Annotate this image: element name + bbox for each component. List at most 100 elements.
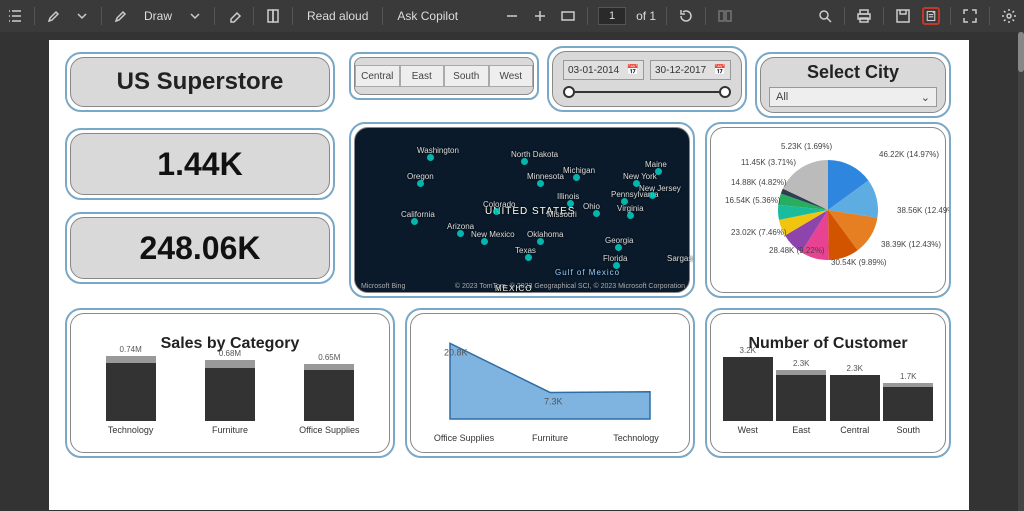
pie-label: 5.23K (1.69%) — [781, 142, 832, 151]
bar-value-label: 2.3K — [793, 359, 809, 368]
map-dot — [621, 198, 628, 205]
pie-label: 46.22K (14.97%) — [879, 150, 939, 159]
fit-icon[interactable] — [559, 7, 577, 25]
map-state-label: Missouri — [547, 210, 577, 219]
metric-card-1: 1.44K — [65, 128, 335, 200]
pie-label: 16.54K (5.36%) — [725, 196, 781, 205]
page-input[interactable]: 1 — [598, 7, 626, 25]
map-dot — [655, 168, 662, 175]
map-credit-left: Microsoft Bing — [361, 283, 405, 290]
region-slicer: Central East South West — [349, 52, 539, 100]
axis-category-label: Office Supplies — [424, 433, 504, 443]
map-dot — [573, 174, 580, 181]
calendar-icon: 📅 — [627, 65, 639, 76]
book-icon[interactable] — [264, 7, 282, 25]
dashboard-page: US Superstore Central East South West 03… — [49, 40, 969, 510]
viewport[interactable]: US Superstore Central East South West 03… — [0, 32, 1018, 511]
bar-value-label: 3.2K — [740, 346, 756, 355]
eraser-icon[interactable] — [225, 7, 243, 25]
pie-label: 14.88K (4.82%) — [731, 178, 787, 187]
highlighter-icon[interactable] — [45, 7, 63, 25]
axis-category-label: Furniture — [510, 433, 590, 443]
bar-segment — [106, 363, 156, 421]
bar-value-label: 0.65M — [318, 353, 340, 362]
pie-label: 38.56K (12.49%) — [897, 206, 951, 215]
slider-start-knob[interactable] — [563, 86, 575, 98]
rotate-icon[interactable] — [677, 7, 695, 25]
date-range-slicer: 03-01-2014📅 30-12-2017📅 — [547, 46, 747, 112]
chart-title: Number of Customer — [748, 335, 907, 353]
svg-text:20.8K: 20.8K — [444, 347, 468, 357]
bar-segment — [830, 375, 880, 421]
svg-text:7.3K: 7.3K — [544, 396, 563, 406]
separator — [989, 7, 990, 25]
map-state-label: Oklahoma — [527, 230, 563, 239]
pie-label: 38.39K (12.43%) — [881, 240, 941, 249]
fullscreen-icon[interactable] — [961, 7, 979, 25]
date-start-input[interactable]: 03-01-2014📅 — [563, 60, 644, 80]
map-dot — [627, 212, 634, 219]
city-dropdown[interactable]: All ⌄ — [769, 87, 937, 107]
save-icon[interactable] — [894, 7, 912, 25]
slider-end-knob[interactable] — [719, 86, 731, 98]
slicer-west[interactable]: West — [489, 65, 534, 87]
map-dot — [593, 210, 600, 217]
separator — [292, 7, 293, 25]
bar-value-label: 2.3K — [847, 364, 863, 373]
map-dot — [649, 192, 656, 199]
city-slicer: Select City All ⌄ — [755, 52, 951, 118]
separator — [214, 7, 215, 25]
pie-label: 30.54K (9.89%) — [831, 258, 887, 267]
toc-icon[interactable] — [6, 7, 24, 25]
chevron-down-icon[interactable] — [73, 7, 91, 25]
bar-category-label: Central — [840, 425, 869, 435]
map-state-label: Michigan — [563, 166, 595, 175]
bar-value-label: 0.74M — [120, 345, 142, 354]
notes-icon[interactable] — [922, 7, 940, 25]
map-credit-right: © 2023 TomTom, © 2023 Geographical SCI, … — [455, 283, 685, 290]
date-slider[interactable] — [563, 86, 731, 98]
zoom-out-icon[interactable] — [503, 7, 521, 25]
draw-button[interactable]: Draw — [140, 9, 176, 23]
city-title: Select City — [807, 62, 899, 83]
map-visual[interactable]: UNITED STATES MEXICO Gulf of Mexico Wash… — [349, 122, 695, 298]
search-icon[interactable] — [816, 7, 834, 25]
bar-segment — [304, 370, 354, 421]
map-dot — [615, 244, 622, 251]
map-state-label: Sargass — [667, 254, 695, 263]
chevron-down-icon[interactable] — [186, 7, 204, 25]
bar-segment — [106, 356, 156, 364]
map-dot — [427, 154, 434, 161]
scrollbar[interactable] — [1018, 32, 1024, 511]
calendar-icon: 📅 — [714, 65, 726, 76]
metric2-value: 248.06K — [140, 230, 261, 267]
page-view-icon[interactable] — [716, 7, 734, 25]
sales-by-category-chart[interactable]: Sales by Category 0.74MTechnology0.68MFu… — [65, 308, 395, 458]
bar-category-label: East — [792, 425, 810, 435]
pie-label: 28.48K (9.22%) — [769, 246, 825, 255]
separator — [666, 7, 667, 25]
separator — [587, 7, 588, 25]
map-state-label: Minnesota — [527, 172, 564, 181]
customer-count-chart[interactable]: Number of Customer 3.2KWest2.3KEast2.3KC… — [705, 308, 951, 458]
pie-label: 23.02K (7.46%) — [731, 228, 787, 237]
slicer-central[interactable]: Central — [355, 65, 400, 87]
slicer-south[interactable]: South — [444, 65, 489, 87]
separator — [950, 7, 951, 25]
axis-category-label: Technology — [596, 433, 676, 443]
map-dot — [567, 200, 574, 207]
map-dot — [457, 230, 464, 237]
pdf-toolbar: Draw Read aloud Ask Copilot 1 of 1 — [0, 0, 1024, 32]
ask-copilot-button[interactable]: Ask Copilot — [393, 9, 462, 23]
settings-icon[interactable] — [1000, 7, 1018, 25]
area-chart[interactable]: 20.8K 7.3K Office Supplies Furniture Techno… — [405, 308, 695, 458]
zoom-in-icon[interactable] — [531, 7, 549, 25]
map-state-label: Texas — [515, 246, 536, 255]
dashboard-title: US Superstore — [117, 68, 284, 96]
highlighter2-icon[interactable] — [112, 7, 130, 25]
date-end-input[interactable]: 30-12-2017📅 — [650, 60, 731, 80]
slicer-east[interactable]: East — [400, 65, 445, 87]
read-aloud-button[interactable]: Read aloud — [303, 9, 372, 23]
pie-chart[interactable]: 46.22K (14.97%) 38.56K (12.49%) 38.39K (12… — [705, 122, 951, 298]
print-icon[interactable] — [855, 7, 873, 25]
